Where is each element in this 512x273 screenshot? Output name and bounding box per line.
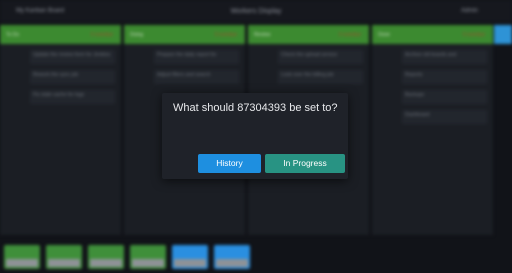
- card: Prepare the daily report for: [154, 50, 239, 64]
- column-title: To Do: [6, 32, 20, 38]
- card: Update the review form for Jenkins: [30, 50, 115, 64]
- app-window: My Kanban Board Workers Display Admin To…: [0, 0, 512, 273]
- card: Adjust filters and search: [154, 70, 239, 84]
- column-overdue: 0 overdue: [90, 32, 113, 38]
- footer-tile: [88, 245, 124, 269]
- in-progress-button[interactable]: In Progress: [265, 154, 345, 173]
- card: Rework the sync job: [30, 70, 115, 84]
- column-title: Doing: [130, 32, 144, 38]
- card: Look over the billing job: [278, 70, 363, 84]
- history-button[interactable]: History: [198, 154, 261, 173]
- card: Archive old boards and: [402, 50, 487, 64]
- card: Dashboard: [402, 110, 487, 124]
- page-title: Workers Display: [230, 8, 282, 15]
- kanban-column: Done 0 overdue Archive old boards and Re…: [372, 25, 493, 235]
- footer-tile: [4, 245, 40, 269]
- card: Backups: [402, 90, 487, 104]
- footer-tile: [46, 245, 82, 269]
- column-overdue: 0 overdue: [462, 32, 485, 38]
- column-header: Review 0 overdue: [248, 25, 369, 44]
- column-header: Done 0 overdue: [372, 25, 493, 44]
- column-overdue: 0 overdue: [338, 32, 361, 38]
- footer-tile: [130, 245, 166, 269]
- dialog-question: What should 87304393 be set to?: [173, 102, 338, 114]
- kanban-column: To Do 0 overdue Update the review form f…: [0, 25, 121, 235]
- footer-tile: [172, 245, 208, 269]
- footer-tile: [214, 245, 250, 269]
- column-header: Doing 0 overdue: [124, 25, 245, 44]
- card: Fix stale cache for logs: [30, 90, 115, 104]
- confirm-dialog: What should 87304393 be set to? History …: [162, 93, 348, 179]
- user-menu: Admin: [460, 8, 478, 14]
- app-header: My Kanban Board Workers Display Admin: [0, 0, 512, 22]
- card: Reports: [402, 70, 487, 84]
- column-header: To Do 0 overdue: [0, 25, 121, 44]
- column-overdue: 0 overdue: [214, 32, 237, 38]
- column-header-partial: [494, 25, 512, 44]
- card: Check the upload service: [278, 50, 363, 64]
- column-title: Review: [254, 32, 271, 38]
- column-title: Done: [378, 32, 390, 38]
